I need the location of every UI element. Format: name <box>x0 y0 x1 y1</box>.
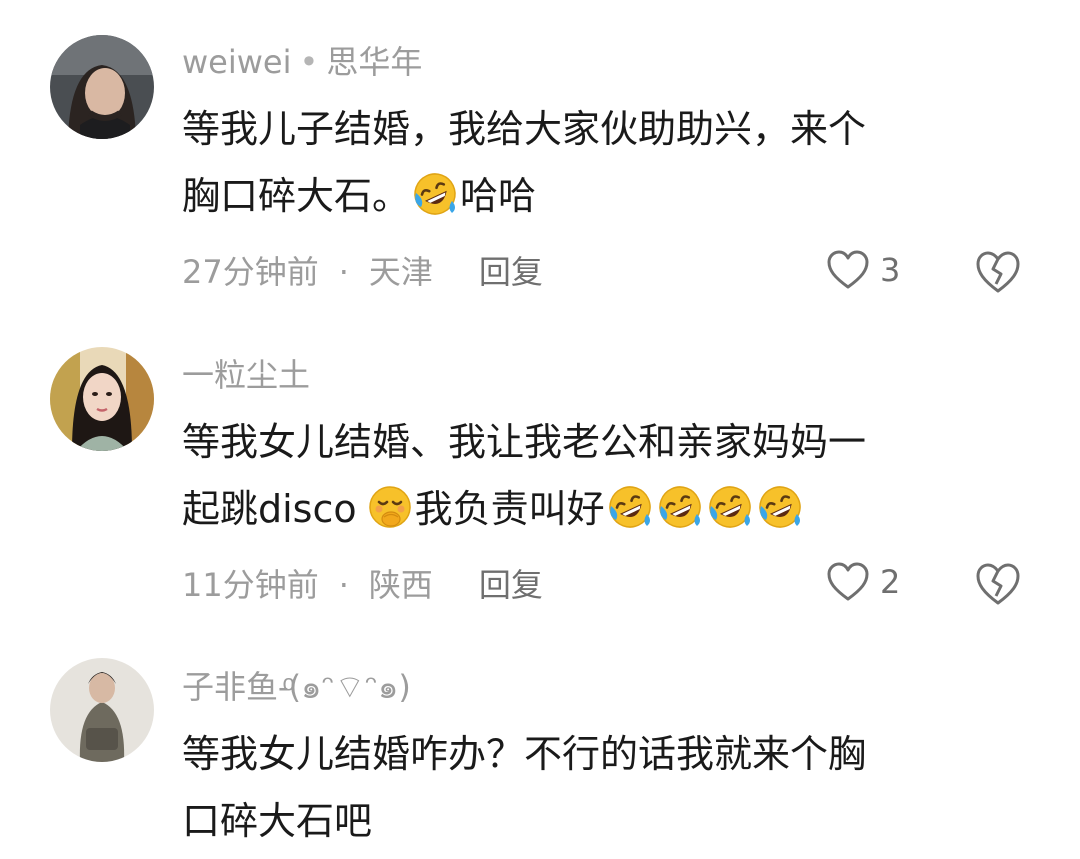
comment-text: 等我女儿结婚、我让我老公和亲家妈妈一 起跳disco 我负责叫好 <box>182 409 1012 543</box>
avatar[interactable] <box>50 658 154 762</box>
comment-text: 等我女儿结婚咋办？不行的话我就来个胸 口碎大石吧 <box>182 721 1012 855</box>
giggle-emoji <box>367 484 413 530</box>
broken-heart-icon[interactable] <box>974 562 1022 606</box>
comment-item: 子非鱼-ͦ(๑ᵔ⌔ᵔ๑) 等我女儿结婚咋办？不行的话我就来个胸 口碎大石吧 <box>0 0 1080 843</box>
comment-line: 等我女儿结婚、我让我老公和亲家妈妈一 <box>182 420 867 464</box>
reply-button[interactable]: 回复 <box>479 566 543 604</box>
rofl-emoji <box>757 484 803 530</box>
heart-outline-icon <box>827 562 869 601</box>
separator-dot: · <box>338 566 349 604</box>
like-button[interactable]: 2 <box>826 562 900 602</box>
comment-time: 11分钟前 <box>182 566 319 604</box>
comment-line: 等我女儿结婚咋办？不行的话我就来个胸 <box>182 732 867 776</box>
author-name[interactable]: 一粒尘土 <box>182 356 310 394</box>
rofl-emoji <box>607 484 653 530</box>
comment-meta: 11分钟前 · 陕西 回复 <box>182 565 543 605</box>
comment-location: 陕西 <box>368 566 433 604</box>
comment-author[interactable]: 子非鱼-ͦ(๑ᵔ⌔ᵔ๑) <box>182 667 411 707</box>
comment-line: 起跳disco 我负责叫好 <box>182 476 1012 543</box>
like-count: 2 <box>880 563 901 601</box>
rofl-emoji <box>707 484 753 530</box>
comment-author[interactable]: 一粒尘土 <box>182 355 310 395</box>
comment-line: 口碎大石吧 <box>182 799 373 843</box>
author-name[interactable]: 子非鱼-ͦ(๑ᵔ⌔ᵔ๑) <box>182 668 411 706</box>
rofl-emoji <box>657 484 703 530</box>
avatar[interactable] <box>50 347 154 451</box>
